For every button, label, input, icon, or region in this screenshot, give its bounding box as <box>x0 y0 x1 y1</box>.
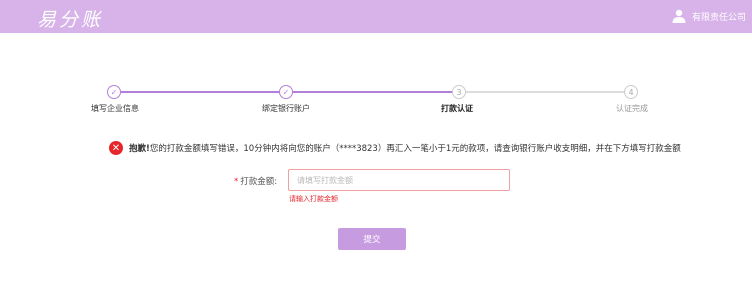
step-3-number: 3 <box>452 85 466 99</box>
amount-label-text: 打款金额: <box>240 177 278 187</box>
account-name: 有限责任公司 <box>691 12 746 23</box>
step-label-company-info: 填写企业信息 <box>91 104 139 113</box>
top-header: 易分账 有限责任公司 <box>0 0 752 33</box>
step-label-bind-bank: 绑定银行账户 <box>262 104 310 113</box>
step-label-complete: 认证完成 <box>616 104 648 113</box>
step-2-check-icon: ✓ <box>279 85 293 99</box>
error-alert-title: 抱歉! <box>129 144 150 154</box>
amount-error-text: 请输入打款金额 <box>289 195 338 203</box>
amount-input[interactable] <box>288 169 510 191</box>
amount-label: * 打款金额: <box>234 175 277 187</box>
required-mark: * <box>234 177 239 187</box>
error-alert-message: 您的打款金额填写错误，10分钟内将向您的账户（****3823）再汇入一笔小于1… <box>149 144 681 154</box>
account-menu[interactable]: 有限责任公司 <box>672 9 746 23</box>
step-label-payment-verify: 打款认证 <box>441 104 473 113</box>
step-4-number: 4 <box>624 85 638 99</box>
error-alert: ✕ 抱歉!您的打款金额填写错误，10分钟内将向您的账户（****3823）再汇入… <box>109 141 681 155</box>
step-1-check-icon: ✓ <box>107 85 121 99</box>
logo[interactable]: 易分账 <box>37 5 103 32</box>
error-alert-text: 抱歉!您的打款金额填写错误，10分钟内将向您的账户（****3823）再汇入一笔… <box>129 142 681 154</box>
progress-steps: ✓ ✓ 3 4 填写企业信息 绑定银行账户 打款认证 认证完成 <box>0 82 752 122</box>
error-x-icon: ✕ <box>109 141 123 155</box>
submit-button[interactable]: 提交 <box>338 228 406 250</box>
progress-track-remaining <box>460 91 630 93</box>
user-icon <box>672 9 686 23</box>
